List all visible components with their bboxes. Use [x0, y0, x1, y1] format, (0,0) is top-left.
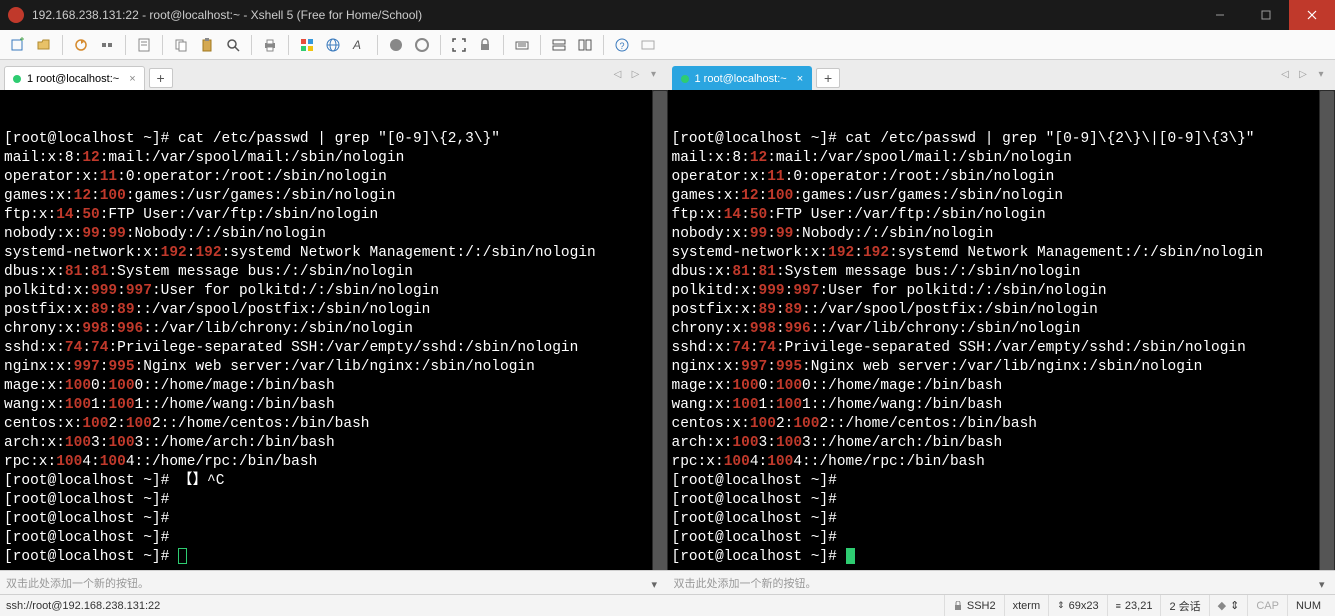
chevron-down-icon[interactable]: ▾	[652, 578, 662, 588]
status-dot-icon	[681, 75, 689, 83]
right-tabbar: 1 root@localhost:~ × + ◁ ▷ ▾	[668, 60, 1335, 90]
copy-button[interactable]	[169, 33, 193, 57]
tile-horizontal-button[interactable]	[547, 33, 571, 57]
status-term: xterm	[1004, 595, 1049, 616]
fullscreen-button[interactable]	[447, 33, 471, 57]
find-button[interactable]	[221, 33, 245, 57]
close-icon[interactable]: ×	[129, 73, 135, 85]
font-button[interactable]: A	[347, 33, 371, 57]
status-ssh: SSH2	[944, 595, 1004, 616]
status-sep: ◆⇕	[1209, 595, 1248, 616]
lock-icon	[953, 601, 963, 611]
disconnect-button[interactable]	[95, 33, 119, 57]
titlebar: 192.168.238.131:22 - root@localhost:~ - …	[0, 0, 1335, 30]
right-tab-label: 1 root@localhost:~	[695, 73, 787, 85]
status-pos: ≡23,21	[1107, 595, 1161, 616]
scrollbar[interactable]	[652, 90, 668, 570]
quickbar-right[interactable]: 双击此处添加一个新的按钮。 ▾	[668, 570, 1335, 594]
quickbar-left[interactable]: 双击此处添加一个新的按钮。 ▾	[0, 570, 668, 594]
new-session-button[interactable]	[6, 33, 30, 57]
compose-bar-button[interactable]	[636, 33, 660, 57]
add-tab-button[interactable]: +	[149, 68, 173, 88]
quickbar-hint: 双击此处添加一个新的按钮。	[6, 575, 652, 591]
tab-next-button[interactable]: ▷	[1295, 66, 1311, 82]
open-button[interactable]	[32, 33, 56, 57]
window-title: 192.168.238.131:22 - root@localhost:~ - …	[32, 8, 1197, 22]
keyboard-button[interactable]	[510, 33, 534, 57]
terminal-left[interactable]: [root@localhost ~]# cat /etc/passwd | gr…	[0, 90, 668, 570]
encoding-button[interactable]	[321, 33, 345, 57]
right-tab[interactable]: 1 root@localhost:~ ×	[672, 66, 813, 90]
status-connection: ssh://root@192.168.238.131:22	[6, 600, 944, 612]
tab-next-button[interactable]: ▷	[628, 66, 644, 82]
help-button[interactable]: ?	[610, 33, 634, 57]
statusbar: ssh://root@192.168.238.131:22 SSH2 xterm…	[0, 594, 1335, 616]
left-tab-label: 1 root@localhost:~	[27, 73, 119, 85]
status-cap: CAP	[1247, 595, 1287, 616]
close-button[interactable]	[1289, 0, 1335, 30]
left-tab[interactable]: 1 root@localhost:~ ×	[4, 66, 145, 90]
close-icon[interactable]: ×	[797, 73, 803, 85]
xftp-button[interactable]	[410, 33, 434, 57]
status-num: NUM	[1287, 595, 1329, 616]
left-tabbar: 1 root@localhost:~ × + ◁ ▷ ▾	[0, 60, 668, 90]
tab-prev-button[interactable]: ◁	[1277, 66, 1293, 82]
xagent-button[interactable]	[384, 33, 408, 57]
tab-menu-button[interactable]: ▾	[646, 66, 662, 82]
reconnect-button[interactable]	[69, 33, 93, 57]
add-tab-button[interactable]: +	[816, 68, 840, 88]
app-icon	[8, 7, 24, 23]
chevron-down-icon[interactable]: ▾	[1319, 578, 1329, 588]
workspace: 1 root@localhost:~ × + ◁ ▷ ▾ [root@local…	[0, 60, 1335, 594]
paste-button[interactable]	[195, 33, 219, 57]
properties-button[interactable]	[132, 33, 156, 57]
status-dot-icon	[13, 75, 21, 83]
tab-prev-button[interactable]: ◁	[610, 66, 626, 82]
lock-button[interactable]	[473, 33, 497, 57]
svg-text:A: A	[352, 38, 361, 52]
terminal-right[interactable]: [root@localhost ~]# cat /etc/passwd | gr…	[668, 90, 1335, 570]
quickbar-hint: 双击此处添加一个新的按钮。	[674, 575, 1320, 591]
minimize-button[interactable]	[1197, 0, 1243, 30]
status-size: ⇕69x23	[1048, 595, 1107, 616]
print-button[interactable]	[258, 33, 282, 57]
scrollbar[interactable]	[1319, 90, 1335, 570]
maximize-button[interactable]	[1243, 0, 1289, 30]
toolbar: A ?	[0, 30, 1335, 60]
tile-vertical-button[interactable]	[573, 33, 597, 57]
svg-text:?: ?	[620, 41, 625, 51]
status-sessions: 2 会话	[1160, 595, 1208, 616]
tab-menu-button[interactable]: ▾	[1313, 66, 1329, 82]
color-scheme-button[interactable]	[295, 33, 319, 57]
